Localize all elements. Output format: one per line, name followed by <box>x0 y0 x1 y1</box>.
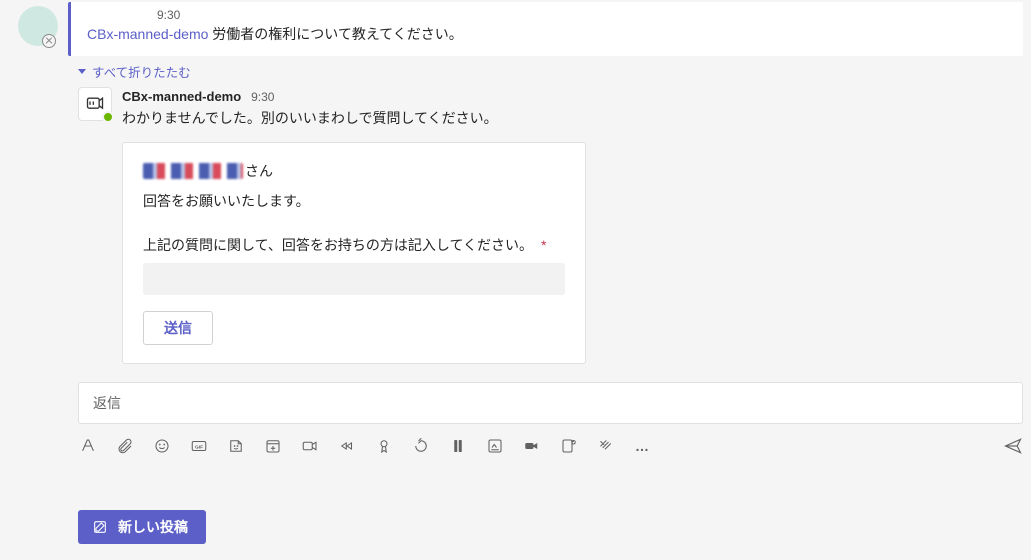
post-timestamp: 9:30 <box>157 8 1007 22</box>
gif-icon[interactable]: GIF <box>189 436 209 456</box>
reply-timestamp: 9:30 <box>251 90 274 104</box>
format-icon[interactable] <box>78 436 98 456</box>
more-options-icon[interactable]: … <box>633 436 653 456</box>
submit-button[interactable]: 送信 <box>143 311 213 345</box>
attach-icon[interactable] <box>115 436 135 456</box>
close-badge-icon <box>42 34 56 48</box>
updates-icon[interactable] <box>559 436 579 456</box>
user-avatar[interactable] <box>18 6 58 46</box>
schedule-meeting-icon[interactable] <box>263 436 283 456</box>
video-clip-icon[interactable] <box>300 436 320 456</box>
praise-icon[interactable] <box>374 436 394 456</box>
original-post: 9:30 CBx-manned-demo 労働者の権利について教えてください。 <box>8 2 1023 56</box>
chevron-down-icon <box>78 69 86 74</box>
stream-icon[interactable] <box>337 436 357 456</box>
reply-text: わかりませんでした。別のいいまわしで質問してください。 <box>122 108 1023 128</box>
new-post-button[interactable]: 新しい投稿 <box>78 510 206 544</box>
card-subtitle: 回答をお願いいたします。 <box>143 191 565 211</box>
polls-icon[interactable] <box>596 436 616 456</box>
compose-icon <box>92 519 108 535</box>
approvals-icon[interactable] <box>448 436 468 456</box>
presence-available-icon <box>102 111 114 123</box>
bot-reply: CBx-manned-demo 9:30 わかりませんでした。別のいいまわしで質… <box>78 87 1023 364</box>
card-prompt: 上記の質問に関して、回答をお持ちの方は記入してください。 * <box>143 235 565 255</box>
emoji-icon[interactable] <box>152 436 172 456</box>
mention-honorific: さん <box>245 161 273 181</box>
required-mark: * <box>541 237 546 253</box>
card-prompt-text: 上記の質問に関して、回答をお持ちの方は記入してください。 <box>143 237 533 253</box>
post-line: CBx-manned-demo 労働者の権利について教えてください。 <box>87 24 1007 44</box>
reply-input[interactable]: 返信 <box>78 382 1023 424</box>
mention-name-redacted <box>143 163 243 179</box>
reply-author[interactable]: CBx-manned-demo <box>122 89 241 104</box>
collapse-all-link[interactable]: すべて折りたたむ <box>92 62 191 81</box>
compose-toolbar: GIF … <box>78 428 1023 464</box>
new-post-label: 新しい投稿 <box>118 517 188 537</box>
sticker-icon[interactable] <box>226 436 246 456</box>
answer-input[interactable] <box>143 263 565 295</box>
meet-now-icon[interactable] <box>522 436 542 456</box>
adaptive-card: さん 回答をお願いいたします。 上記の質問に関して、回答をお持ちの方は記入してく… <box>122 142 586 364</box>
collapse-row[interactable]: すべて折りたたむ <box>78 62 1023 81</box>
post-text: 労働者の権利について教えてください。 <box>212 26 462 42</box>
send-icon[interactable] <box>1003 436 1023 456</box>
reply-body: CBx-manned-demo 9:30 わかりませんでした。別のいいまわしで質… <box>122 87 1023 364</box>
bot-avatar[interactable] <box>78 87 112 121</box>
loop-icon[interactable] <box>411 436 431 456</box>
viva-icon[interactable] <box>485 436 505 456</box>
post-author[interactable]: CBx-manned-demo <box>87 26 208 42</box>
bot-avatar-column <box>78 87 122 121</box>
svg-text:GIF: GIF <box>195 444 203 450</box>
post-card: 9:30 CBx-manned-demo 労働者の権利について教えてください。 <box>68 2 1023 56</box>
card-mention-row: さん <box>143 161 565 181</box>
bot-icon <box>85 94 105 114</box>
avatar-column <box>8 2 68 46</box>
